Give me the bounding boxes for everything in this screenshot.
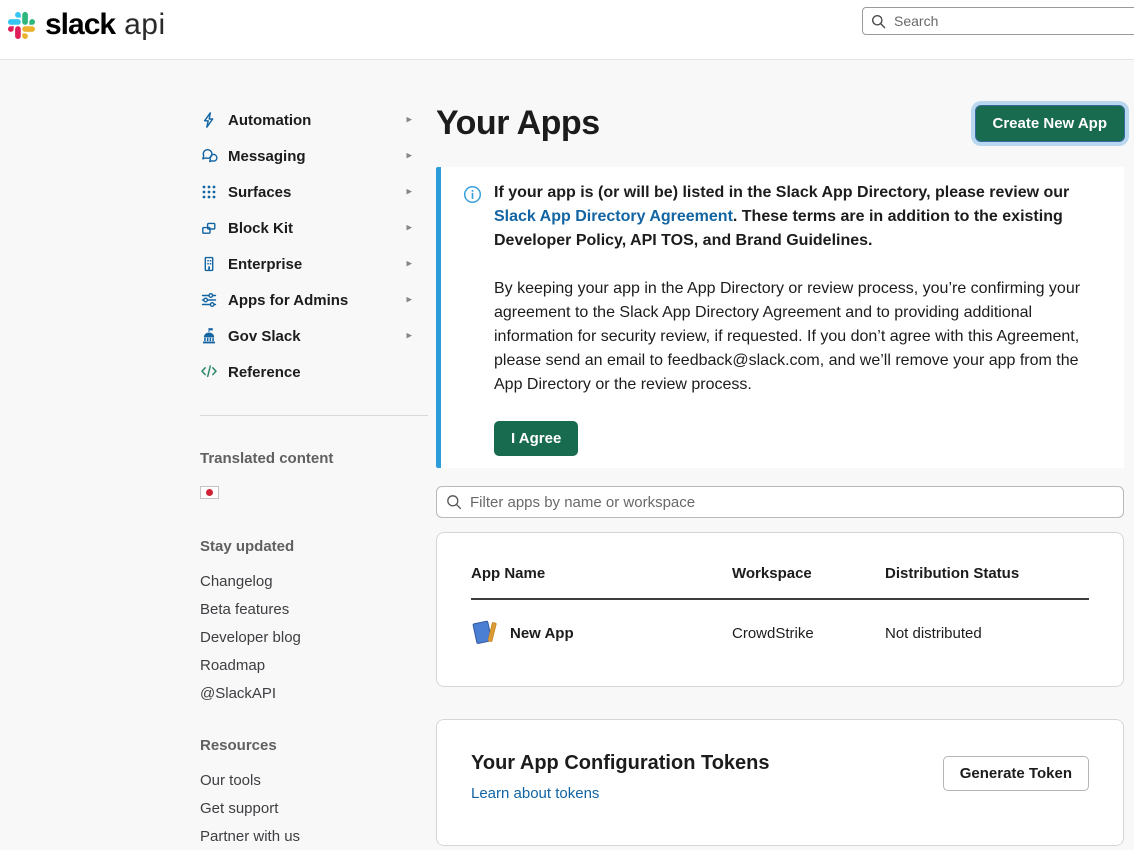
- apps-table: App Name Workspace Distribution Status: [471, 565, 1089, 648]
- sidebar-item-enterprise[interactable]: Enterprise ▸: [200, 246, 420, 282]
- top-bar: slack api: [0, 0, 1134, 60]
- app-distribution-status: Not distributed: [885, 599, 1089, 648]
- sidebar-link-roadmap[interactable]: Roadmap: [200, 657, 420, 675]
- grid-dots-icon: [200, 183, 218, 201]
- code-icon: [200, 363, 218, 381]
- chevron-right-icon: ▸: [406, 187, 412, 198]
- sidebar-item-reference[interactable]: Reference: [200, 354, 420, 390]
- config-tokens-card: Your App Configuration Tokens Learn abou…: [436, 719, 1124, 846]
- app-name: New App: [510, 625, 574, 642]
- sidebar-link-partner-with-us[interactable]: Partner with us: [200, 828, 420, 846]
- chevron-right-icon: ▸: [406, 295, 412, 306]
- header-search[interactable]: [862, 7, 1134, 35]
- sidebar-link-beta-features[interactable]: Beta features: [200, 601, 420, 619]
- translated-content-heading: Translated content: [200, 450, 420, 468]
- notice-paragraph-1: If your app is (or will be) listed in th…: [494, 181, 1090, 253]
- directory-agreement-notice: If your app is (or will be) listed in th…: [436, 167, 1124, 468]
- info-icon: [463, 185, 482, 209]
- chevron-right-icon: ▸: [406, 259, 412, 270]
- slack-logo-icon: [8, 12, 35, 39]
- lightning-icon: [200, 111, 218, 129]
- sidebar: Automation ▸ Messaging ▸: [200, 102, 420, 850]
- column-header-distribution-status: Distribution Status: [885, 565, 1089, 599]
- sidebar-link-get-support[interactable]: Get support: [200, 800, 420, 818]
- search-input[interactable]: [892, 12, 1133, 30]
- sidebar-item-automation[interactable]: Automation ▸: [200, 102, 420, 138]
- japan-flag-dot: [206, 489, 213, 496]
- sidebar-link-slackapi[interactable]: @SlackAPI: [200, 685, 420, 703]
- i-agree-button[interactable]: I Agree: [494, 421, 578, 456]
- filter-apps-box[interactable]: [436, 486, 1124, 518]
- sidebar-item-label: Block Kit: [228, 220, 293, 237]
- sidebar-item-label: Surfaces: [228, 184, 291, 201]
- sidebar-divider: [200, 415, 428, 416]
- japan-flag-icon[interactable]: [200, 486, 219, 499]
- sidebar-item-label: Reference: [228, 364, 301, 381]
- learn-about-tokens-link[interactable]: Learn about tokens: [471, 785, 599, 803]
- sidebar-item-label: Automation: [228, 112, 311, 129]
- chevron-right-icon: ▸: [406, 223, 412, 234]
- column-header-app-name: App Name: [471, 565, 732, 599]
- app-icon: [471, 618, 501, 648]
- blocks-icon: [200, 219, 218, 237]
- sidebar-item-block-kit[interactable]: Block Kit ▸: [200, 210, 420, 246]
- sidebar-item-label: Gov Slack: [228, 328, 301, 345]
- sidebar-item-apps-for-admins[interactable]: Apps for Admins ▸: [200, 282, 420, 318]
- sidebar-item-label: Apps for Admins: [228, 292, 348, 309]
- capitol-icon: [200, 327, 218, 345]
- notice-paragraph-2: By keeping your app in the App Directory…: [494, 277, 1090, 397]
- brand-suffix: api: [124, 8, 166, 42]
- sidebar-item-gov-slack[interactable]: Gov Slack ▸: [200, 318, 420, 354]
- sidebar-item-label: Enterprise: [228, 256, 302, 273]
- sidebar-item-surfaces[interactable]: Surfaces ▸: [200, 174, 420, 210]
- resources-heading: Resources: [200, 737, 420, 755]
- app-link[interactable]: New App: [471, 618, 732, 648]
- stay-updated-section: Stay updated Changelog Beta features Dev…: [200, 538, 420, 703]
- config-tokens-heading: Your App Configuration Tokens: [471, 752, 770, 775]
- directory-agreement-link[interactable]: Slack App Directory Agreement: [494, 208, 733, 225]
- notice-text-before-link: If your app is (or will be) listed in th…: [494, 184, 1069, 201]
- chevron-right-icon: ▸: [406, 115, 412, 126]
- filter-apps-input[interactable]: [468, 493, 1114, 512]
- sliders-icon: [200, 291, 218, 309]
- building-icon: [200, 255, 218, 273]
- search-icon: [871, 14, 886, 29]
- resources-section: Resources Our tools Get support Partner …: [200, 737, 420, 846]
- sidebar-link-our-tools[interactable]: Our tools: [200, 772, 420, 790]
- apps-list-card: App Name Workspace Distribution Status: [436, 532, 1124, 687]
- column-header-workspace: Workspace: [732, 565, 885, 599]
- translated-content-section: Translated content: [200, 450, 420, 504]
- chat-bubbles-icon: [200, 147, 218, 165]
- sidebar-item-label: Messaging: [228, 148, 306, 165]
- sidebar-link-changelog[interactable]: Changelog: [200, 573, 420, 591]
- stay-updated-heading: Stay updated: [200, 538, 420, 556]
- brand-logo[interactable]: slack api: [8, 8, 166, 42]
- sidebar-nav: Automation ▸ Messaging ▸: [200, 102, 420, 390]
- table-row[interactable]: New App CrowdStrike Not distributed: [471, 599, 1089, 648]
- page-body: Automation ▸ Messaging ▸: [0, 60, 1134, 850]
- page-title: Your Apps: [436, 102, 600, 144]
- sidebar-item-messaging[interactable]: Messaging ▸: [200, 138, 420, 174]
- app-workspace: CrowdStrike: [732, 599, 885, 648]
- main-content: Your Apps Create New App If your app is …: [436, 102, 1124, 850]
- chevron-right-icon: ▸: [406, 331, 412, 342]
- sidebar-link-developer-blog[interactable]: Developer blog: [200, 629, 420, 647]
- generate-token-button[interactable]: Generate Token: [943, 756, 1089, 791]
- create-new-app-button[interactable]: Create New App: [976, 106, 1124, 141]
- search-icon: [446, 494, 462, 510]
- brand-name: slack: [45, 8, 115, 42]
- chevron-right-icon: ▸: [406, 151, 412, 162]
